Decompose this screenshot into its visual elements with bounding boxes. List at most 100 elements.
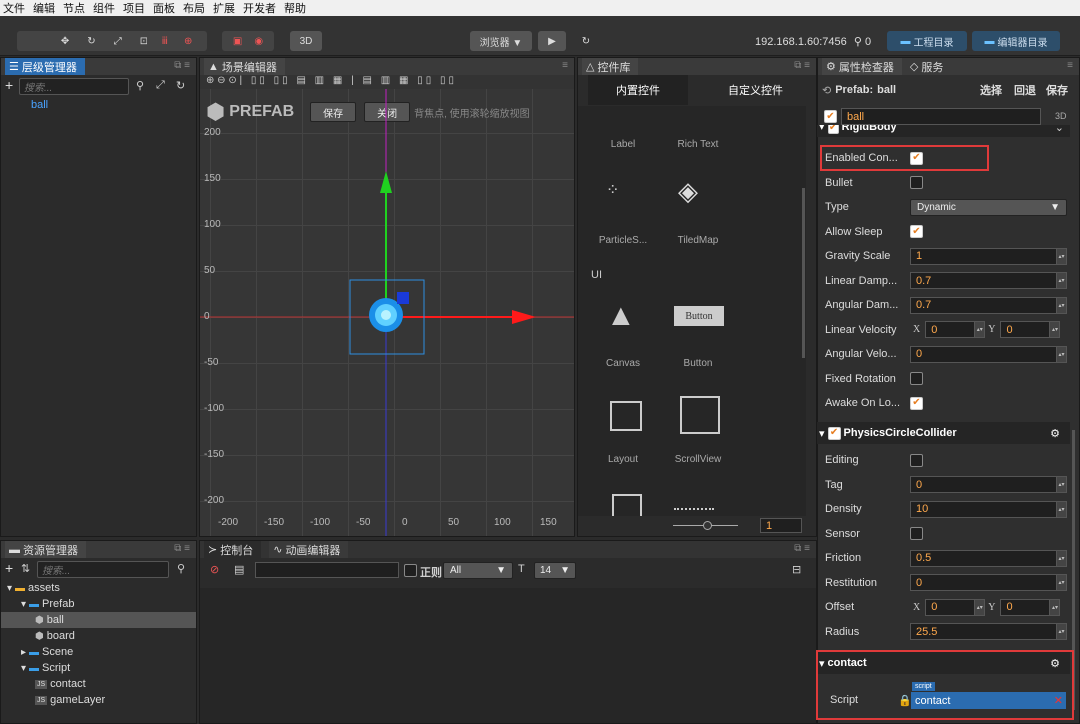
prop-number-input[interactable]: 0 ▴▾ [910,574,1067,591]
prefab-save-button[interactable]: 保存 [1046,82,1068,98]
pivot-icon[interactable]: ⅲ [162,36,168,47]
expand-icon[interactable]: ⤢ [156,79,165,92]
panel-menu-icon[interactable]: ≡ [1067,60,1073,71]
widget-rich-text[interactable]: Rich Text [658,139,738,150]
zoom-slider-handle[interactable] [703,521,712,530]
panel-menu-icon[interactable]: ⧉ ≡ [174,543,190,554]
spinner-icon[interactable]: ▴▾ [1049,322,1060,337]
menu-item[interactable]: 文件 [0,0,30,16]
search-icon[interactable]: ⚲ [136,79,144,92]
menu-item[interactable]: 扩展 [210,0,240,16]
prop-checkbox[interactable] [910,527,923,540]
expand-arrow-icon[interactable]: ▾ [21,663,26,674]
hierarchy-item-ball[interactable]: ball [1,97,196,113]
prop-checkbox[interactable] [910,176,923,189]
log-level-select[interactable]: All ▼ [443,562,513,579]
zoom-in-icon[interactable]: ⊕ [206,75,214,86]
expand-arrow-icon[interactable]: ▾ [7,583,12,594]
prop-checkbox[interactable]: ✔ [910,225,923,238]
panel-menu-icon[interactable]: ≡ [562,60,568,71]
prop-number-input[interactable]: 0 ▴▾ [910,345,1067,363]
local-icon[interactable]: ⊕ [184,36,192,47]
rigidbody-enabled-checkbox[interactable]: ✔ [827,125,839,134]
menu-item[interactable]: 节点 [60,0,90,16]
asset-item-contact[interactable]: JS contact [1,676,196,692]
widget-canvas[interactable]: Canvas [583,358,663,369]
collider-enabled-checkbox[interactable]: ✔ [827,426,841,440]
project-dir-button[interactable]: ▬ 工程目录 [887,31,967,51]
spinner-icon[interactable]: ▴▾ [1056,575,1066,590]
spinner-icon[interactable]: ▴▾ [1056,297,1066,313]
panel-menu-icon[interactable]: ⧉ ≡ [794,60,810,71]
vec-y-input[interactable]: 0 ▴▾ [1000,598,1061,616]
spinner-icon[interactable]: ▴▾ [1056,624,1066,639]
tab-custom[interactable]: 自定义控件 [703,75,808,105]
spinner-icon[interactable]: ▴▾ [1056,477,1066,492]
menu-item[interactable]: 编辑 [30,0,60,16]
asset-item-scene[interactable]: ▸ ▬ Scene [1,644,196,660]
prop-number-input[interactable]: 0 ▴▾ [910,476,1067,493]
prop-number-input[interactable]: 10 ▴▾ [910,500,1067,518]
asset-item-ball[interactable]: ⬢ ball [1,612,196,628]
prop-number-input[interactable]: 0.5 ▴▾ [910,549,1067,567]
tab-animation[interactable]: ∿ 动画编辑器 [269,541,349,558]
mode-3d-button[interactable]: 3D [290,31,322,51]
panel-menu-icon[interactable]: ⧉ ≡ [174,60,190,71]
align-icons[interactable]: | ▯▯ ▯▯ ▤ ▥ ▦ | ▤ ▥ ▦ ▯▯ ▯▯ [240,75,457,86]
tab-inspector[interactable]: ⚙ 属性检查器 [822,58,902,75]
hierarchy-search-input[interactable]: 搜索... [19,78,129,95]
rotate-icon[interactable]: ↻ [87,36,95,47]
regex-checkbox[interactable] [404,564,417,577]
asset-item-script[interactable]: ▾ ▬ Script [1,660,196,676]
gizmo-tools[interactable]: ▣ ◉ [222,31,274,51]
widget-label[interactable]: Label [583,139,663,150]
tab-builtin[interactable]: 内置控件 [588,75,688,105]
prop-select[interactable]: Dynamic ▼ [910,198,1067,216]
menu-item[interactable]: 项目 [120,0,150,16]
font-size-select[interactable]: 14 ▼ [534,562,576,579]
asset-item-prefab[interactable]: ▾ ▬ Prefab [1,596,196,612]
prop-checkbox[interactable] [910,453,923,467]
prop-number-input[interactable]: 0.7 ▴▾ [910,272,1067,289]
prop-number-input[interactable]: 1 ▴▾ [910,247,1067,265]
spinner-icon[interactable]: ▴▾ [1049,599,1060,615]
node-active-checkbox[interactable]: ✔ [824,110,837,123]
collapse-icon[interactable]: ⊟ [792,563,801,576]
editor-dir-button[interactable]: ▬ 编辑器目录 [972,31,1060,51]
console-filter-input[interactable] [255,562,399,578]
scene-tab[interactable]: ▲ 场景编辑器 [204,58,285,75]
asset-item-gamelayer[interactable]: JS gameLayer [1,692,196,708]
anchor-tools[interactable]: ⅲ ⊕ [147,31,207,51]
tab-service[interactable]: ◇ 服务 [905,58,952,75]
tab-console[interactable]: ≻ 控制台 [204,541,262,558]
gear-icon[interactable]: ⚙ [1050,427,1060,440]
widget-scrollview[interactable]: ScrollView [658,454,738,465]
scene-viewport[interactable]: ⬢ PREFAB 保存 关闭 背焦点, 使用滚轮缩放视图 200 150 100 50… [200,89,574,536]
spinner-icon[interactable]: ▴▾ [1056,346,1066,362]
prefab-revert-button[interactable]: 回退 [1014,82,1036,98]
add-icon[interactable]: + [5,77,13,93]
assets-search-input[interactable]: 搜索... [37,561,169,578]
prop-number-input[interactable]: 25.5 ▴▾ [910,623,1067,640]
widgets-scrollbar[interactable] [802,188,805,358]
menu-item[interactable]: 面板 [150,0,180,16]
widget-particle[interactable]: ParticleS... [583,235,663,246]
spinner-icon[interactable]: ▴▾ [1056,501,1066,517]
refresh-icon[interactable]: ↻ [176,79,185,92]
asset-item-board[interactable]: ⬢ board [1,628,196,644]
widget-button[interactable]: Button [658,358,738,369]
spinner-icon[interactable]: ▴▾ [974,599,985,615]
spinner-icon[interactable]: ▴▾ [974,322,985,337]
move-icon[interactable]: ✥ [61,36,69,47]
hierarchy-tab[interactable]: ☰ 层级管理器 [5,58,85,75]
widget-tiledmap[interactable]: TiledMap [658,235,738,246]
expand-arrow-icon[interactable]: ▸ [21,647,26,658]
asset-item-assets[interactable]: ▾ ▬ assets [1,580,196,596]
vec-x-input[interactable]: 0 ▴▾ [925,598,986,616]
rigidbody-header[interactable]: ▾ ✔ RigidBody ⌄ [817,125,1070,137]
menu-item[interactable]: 组件 [90,0,120,16]
vec-y-input[interactable]: 0 ▴▾ [1000,321,1061,338]
collider-header[interactable]: ▾ ✔ PhysicsCircleCollider ⚙ [817,422,1070,444]
menu-item[interactable]: 开发者 [240,0,281,16]
clear-icon[interactable]: ⊘ [210,563,219,576]
